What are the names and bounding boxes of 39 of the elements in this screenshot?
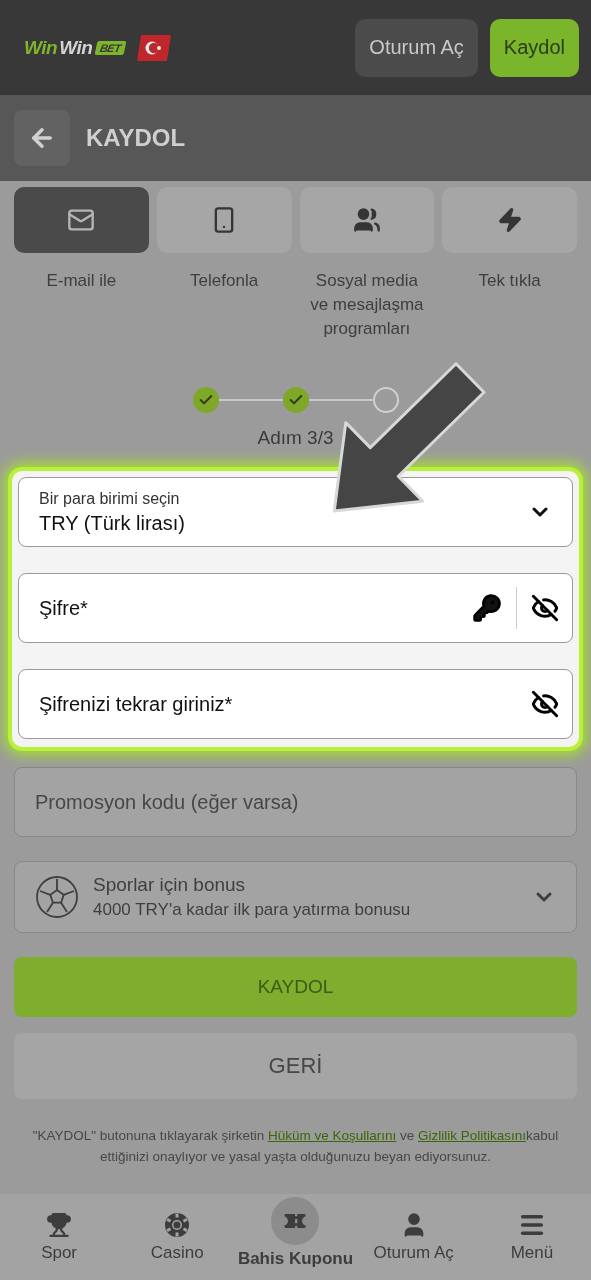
nav-item[interactable]: Menü [472,1194,591,1280]
password-field[interactable]: Şifre* [18,573,573,643]
privacy-link[interactable]: Gizlilik Politikasını [418,1128,526,1143]
lightning-icon [496,207,523,233]
promo-code-field[interactable]: Promosyon kodu (eğer varsa) [14,767,577,837]
casino-chip-icon [164,1212,191,1238]
eye-off-icon[interactable] [531,690,559,718]
logo-badge: BET [94,40,127,55]
method-label: E-mail ile [45,270,118,292]
logo-text: Win [59,36,93,59]
trophy-icon [46,1212,73,1238]
method-tab[interactable] [14,187,149,253]
method-tab[interactable] [442,187,577,253]
method-label: Telefonla [189,270,260,292]
currency-select[interactable]: Bir para birimi seçin TRY (Türk lirası) [18,477,573,547]
password-repeat-field[interactable]: Şifrenizi tekrar giriniz* [18,669,573,739]
bonus-select[interactable]: Sporlar için bonus 4000 TRY'a kadar ilk para yatırma bonusu [14,861,577,933]
method-tab[interactable] [299,187,435,253]
disclaimer-text: "KAYDOL" butonuna tıklayarak şirketin Hüküm ve Koşullarını ve Gizlilik Politikasınıkabul ettiğinizi onaylıyor ve yasal yaşta olduğunuzu beyan ediyorsunuz. [31,1127,560,1166]
terms-link[interactable]: Hüküm ve Koşullarını [267,1128,397,1143]
nav-item[interactable]: Casino [118,1194,237,1280]
back-button[interactable] [14,110,70,166]
method-label: Tek tıkla [477,270,542,292]
key-icon [472,593,502,623]
register-button[interactable]: Kaydol [489,18,579,77]
submit-button[interactable]: KAYDOL [14,957,577,1017]
method-label: Sosyal media ve mesajlaşma programları [309,270,425,340]
login-button[interactable]: Oturum Aç [355,18,478,77]
nav-item[interactable]: Spor [0,1194,119,1280]
people-icon [352,206,381,234]
soccer-ball-icon [35,875,79,919]
page-title: KAYDOL [86,124,186,152]
flag-icon [136,34,171,61]
nav-item[interactable]: Oturum Aç [354,1194,473,1280]
back-button[interactable]: GERİ [14,1033,577,1099]
logo-text: Win [24,36,58,59]
nav-item[interactable]: Bahis Kuponu [236,1194,355,1280]
step-label: Adım 3/3 [257,427,334,449]
eye-off-icon[interactable] [531,594,559,622]
